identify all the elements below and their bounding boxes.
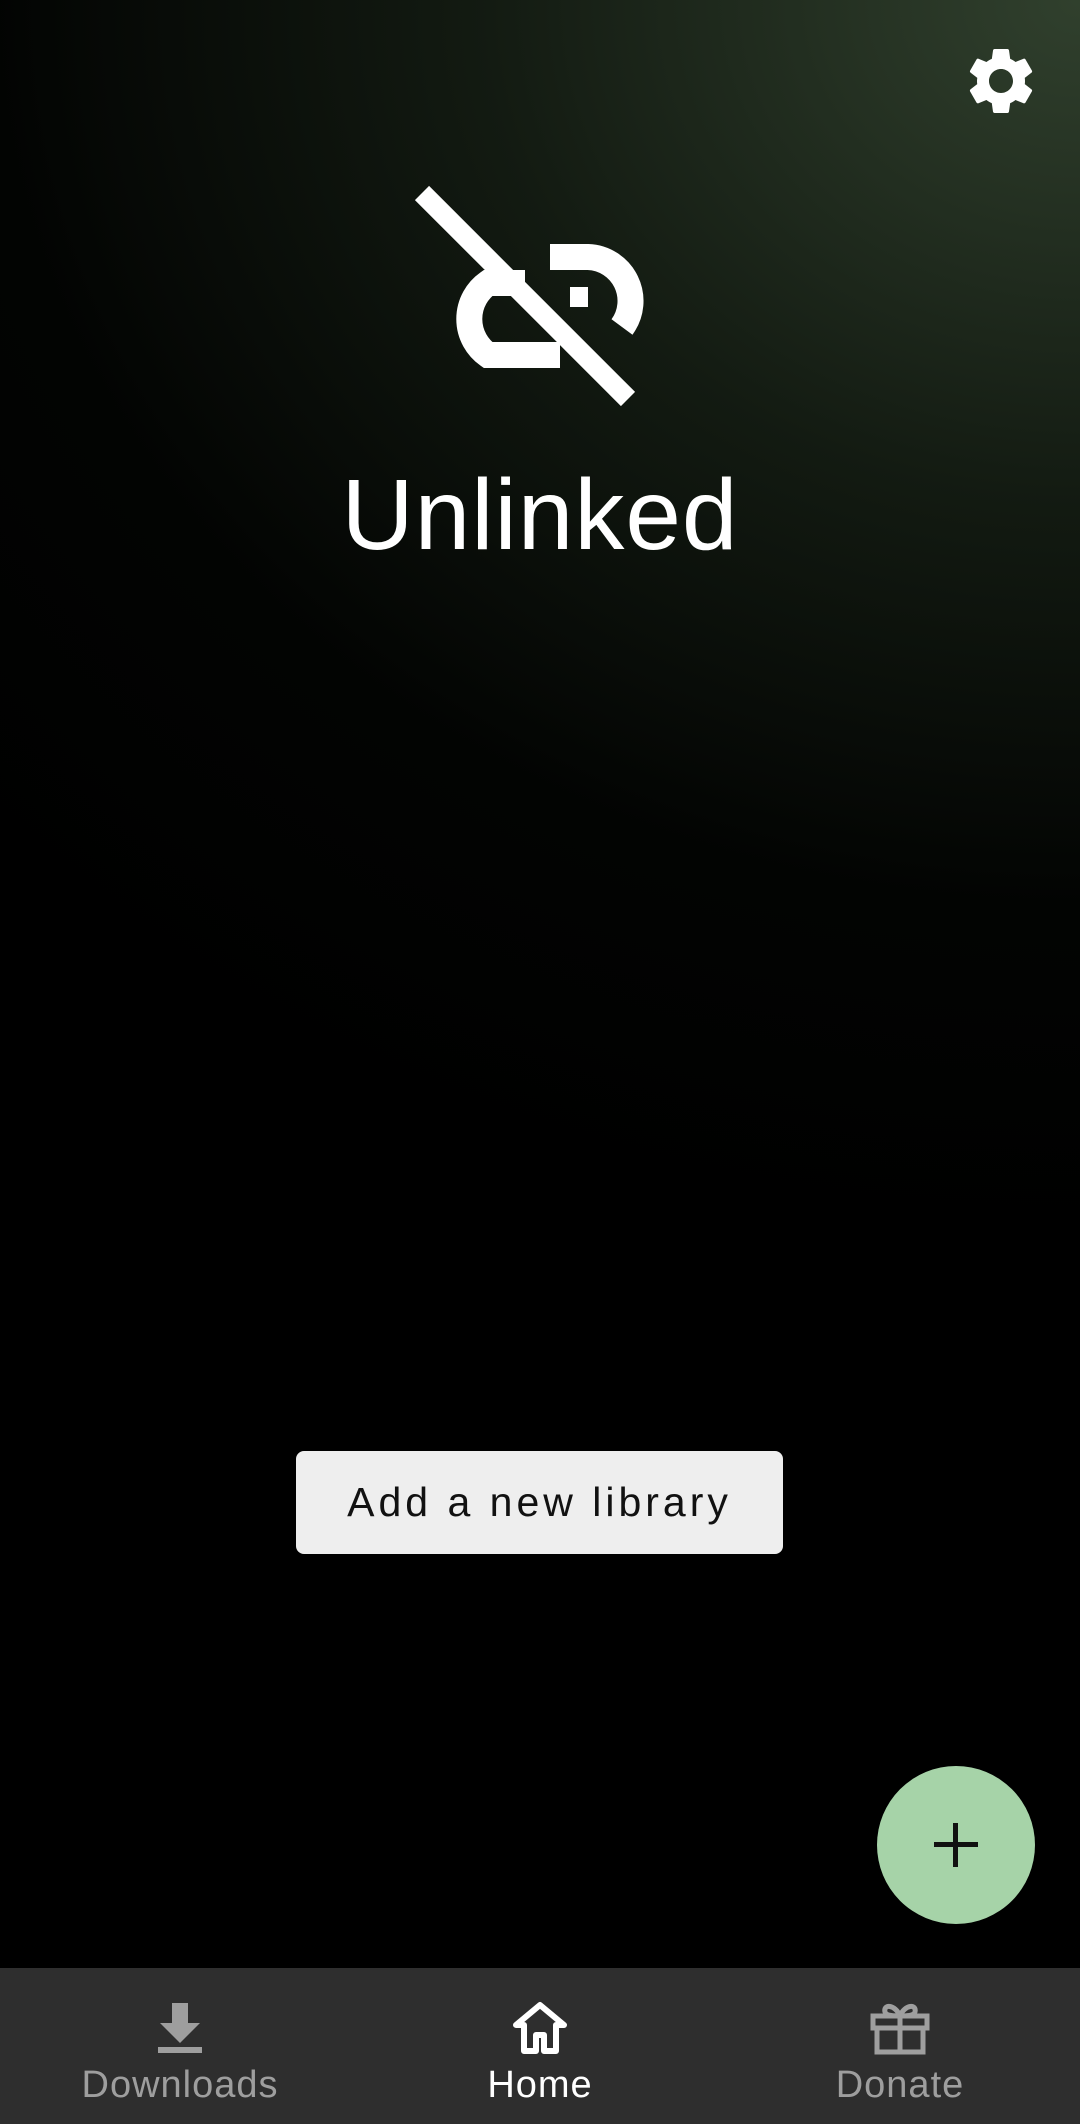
gift-icon bbox=[868, 1998, 932, 2058]
nav-label-home: Home bbox=[487, 2064, 593, 2106]
nav-item-donate[interactable]: Donate bbox=[720, 1968, 1080, 2124]
nav-item-home[interactable]: Home bbox=[360, 1968, 720, 2124]
page-title: Unlinked bbox=[341, 459, 739, 571]
bottom-navigation: Downloads Home Donate bbox=[0, 1968, 1080, 2124]
gear-icon bbox=[969, 49, 1033, 113]
nav-label-donate: Donate bbox=[835, 2064, 965, 2106]
download-icon bbox=[148, 1998, 212, 2058]
add-library-button[interactable]: Add a new library bbox=[296, 1451, 783, 1554]
plus-icon bbox=[934, 1823, 978, 1867]
add-fab-button[interactable] bbox=[877, 1766, 1035, 1924]
settings-button[interactable] bbox=[956, 36, 1046, 126]
link-off-icon bbox=[410, 185, 670, 415]
nav-label-downloads: Downloads bbox=[81, 2064, 279, 2106]
home-icon bbox=[508, 1998, 572, 2058]
nav-item-downloads[interactable]: Downloads bbox=[0, 1968, 360, 2124]
main-screen: Unlinked Add a new library bbox=[0, 0, 1080, 1968]
